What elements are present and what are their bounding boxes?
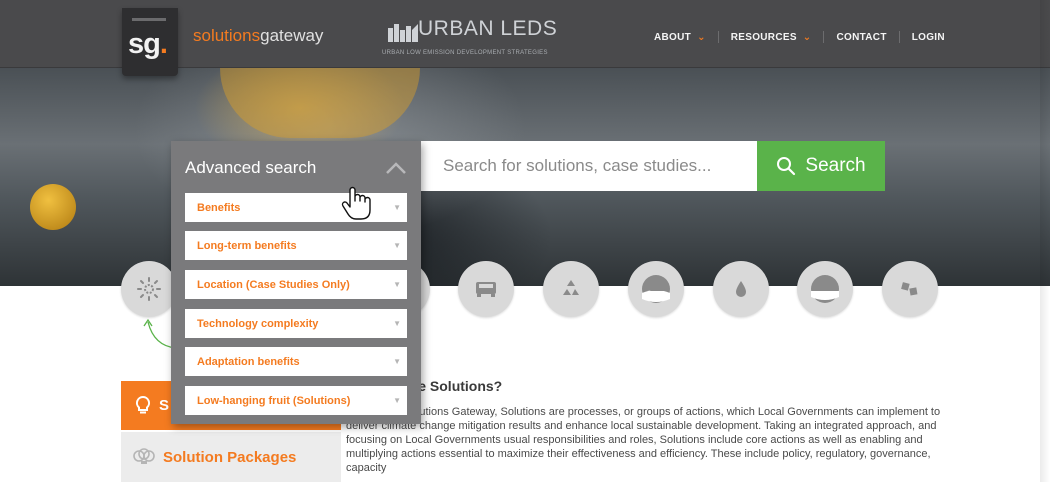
chevron-down-icon: ⌄ [697,31,706,43]
nav-divider [717,31,719,43]
filter-label: Adaptation benefits [197,355,300,368]
filter-adaptation-benefits[interactable]: Adaptation benefits ▼ [185,347,407,376]
hero-ball-image [30,184,76,230]
urban-leds-logo[interactable]: URBAN LEDS URBAN LOW EMISSION DEVELOPMEN… [380,17,580,61]
filter-low-hanging-fruit[interactable]: Low-hanging fruit (Solutions) ▼ [185,386,407,415]
urban-leds-subtitle: URBAN LOW EMISSION DEVELOPMENT STRATEGIE… [382,50,548,56]
filter-label: Technology complexity [197,317,319,330]
water-drop-icon [736,281,746,297]
dropdown-arrow-icon: ▼ [393,241,401,250]
advanced-search-panel: Advanced search Benefits ▼ Long-term ben… [171,141,421,424]
recycle-icon [563,280,579,295]
island-icon [642,275,670,303]
nav-login[interactable]: LOGIN [912,32,945,43]
edge-shadow [1040,0,1050,482]
search-button[interactable]: Search [757,141,885,191]
dropdown-arrow-icon: ▼ [393,280,401,289]
chevron-up-icon[interactable] [385,161,407,175]
filter-label: Benefits [197,201,241,214]
nav-about[interactable]: ABOUT ⌄ [654,32,706,43]
sidebar-item-solution-packages[interactable]: Solution Packages [121,432,341,482]
sg-logo[interactable]: sg. [122,8,178,76]
content-paragraph: ntext of the Solutions Gateway, Solution… [346,406,941,474]
car-icon [476,282,496,297]
chevron-down-icon: ⌄ [802,31,812,43]
nav-divider [823,31,825,43]
search-input[interactable] [421,141,757,191]
nav-contact[interactable]: CONTACT [836,32,886,43]
category-other[interactable] [882,261,938,317]
category-land[interactable] [797,261,853,317]
sidebar-item-label: Solution Packages [163,448,297,466]
city-skyline-icon [388,24,418,42]
filter-label: Long-term benefits [197,239,297,252]
dropdown-arrow-icon: ▼ [393,396,401,405]
dropdown-arrow-icon: ▼ [393,203,401,212]
category-transport[interactable] [458,261,514,317]
main-nav: ABOUT ⌄ RESOURCES ⌄ CONTACT LOGIN [654,31,945,43]
hero-helmet-image [220,68,420,138]
nav-resources[interactable]: RESOURCES ⌄ [731,32,812,43]
category-sun[interactable] [121,261,177,317]
hand-cursor-icon [341,186,371,220]
dropdown-arrow-icon: ▼ [393,357,401,366]
filter-location[interactable]: Location (Case Studies Only) ▼ [185,270,407,299]
filter-technology-complexity[interactable]: Technology complexity ▼ [185,309,407,338]
puzzle-icon [901,282,918,296]
dropdown-arrow-icon: ▼ [393,319,401,328]
filter-long-term-benefits[interactable]: Long-term benefits ▼ [185,231,407,260]
category-waste[interactable] [543,261,599,317]
sun-icon [137,277,161,301]
filter-label: Location (Case Studies Only) [197,278,350,291]
advanced-search-title[interactable]: Advanced search [185,158,316,178]
urban-leds-title: URBAN LEDS [418,17,558,40]
filter-label: Low-hanging fruit (Solutions) [197,394,351,407]
lightbulbs-icon [133,448,155,464]
logo-mark: sg. [128,28,168,60]
landscape-icon [811,275,839,303]
category-water[interactable] [713,261,769,317]
top-header: sg. solutionsgateway URBAN LEDS URBAN LO… [0,0,1050,76]
search-icon [777,157,796,176]
logo-line [132,18,166,21]
nav-divider [898,31,900,43]
category-coastal[interactable] [628,261,684,317]
lightbulb-icon [135,395,151,413]
sidebar-item-label: S [159,397,170,414]
search-button-label: Search [805,155,866,176]
brand-name[interactable]: solutionsgateway [193,26,323,46]
